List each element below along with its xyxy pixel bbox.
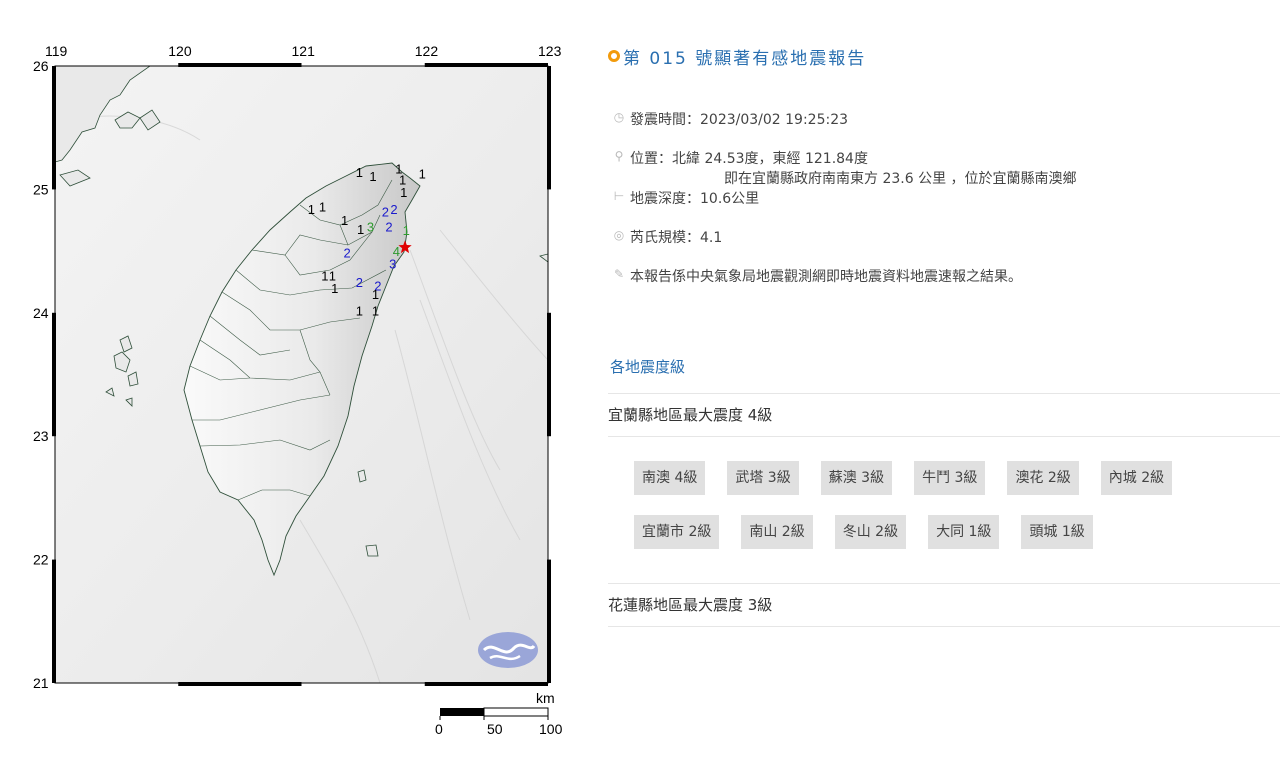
station-badge: 頭城 1級	[1021, 515, 1093, 549]
frame-bar-bottom	[178, 682, 302, 686]
intensity-label: 1	[400, 185, 407, 200]
report-title: 第 015 號顯著有感地震報告	[623, 48, 867, 69]
frame-bar-left	[52, 312, 56, 437]
earthquake-map: 11111111113222124311122111 119 120 121 122 1…	[0, 0, 590, 757]
scale-label-50: 50	[487, 721, 503, 737]
station-badge: 冬山 2級	[834, 515, 907, 549]
intensity-label: 1	[369, 169, 376, 184]
station-badge: 內城 2級	[1100, 461, 1173, 495]
longitude-label: 121	[292, 43, 316, 59]
scale-unit: km	[536, 690, 555, 706]
latitude-label: 24	[33, 305, 49, 321]
note-row: ✎ 本報告係中央氣象局地震觀測網即時地震資料地震速報之結果。	[608, 267, 1280, 306]
station-list-yilan: 南澳 4級 武塔 3級 蘇澳 3級 牛鬥 3級 澳花 2級 內城 2級 宜蘭市 …	[608, 437, 1274, 583]
station-badge: 澳花 2級	[1007, 461, 1079, 495]
intensity-label: 3	[389, 256, 396, 271]
intensity-label: 1	[356, 165, 363, 180]
location-pin-icon: ⚲	[614, 149, 624, 163]
intensity-label: 1	[357, 222, 364, 237]
scale-bar: km 0 50 100	[435, 690, 563, 737]
longitude-label: 120	[168, 43, 192, 59]
station-badge: 宜蘭市 2級	[634, 515, 720, 549]
pencil-icon: ✎	[613, 267, 625, 281]
scale-label-0: 0	[435, 721, 443, 737]
intensity-label: 2	[382, 205, 389, 220]
frame-bar-top	[178, 63, 302, 67]
frame-bar-left	[52, 66, 56, 190]
magnitude: 芮氏規模：4.1	[630, 230, 723, 246]
frame-bar-right	[547, 312, 551, 437]
intensity-label: 1	[321, 269, 328, 284]
location-row: ⚲ 位置：北緯 24.53度，東經 121.84度 即在宜蘭縣政府南南東方 23…	[608, 149, 1280, 189]
intensity-label: 1	[331, 281, 338, 296]
longitude-label: 122	[415, 43, 439, 59]
origin-time-row: ◷ 發震時間：2023/03/02 19:25:23	[608, 110, 1280, 149]
title-ring-icon	[608, 50, 620, 62]
station-badge: 大同 1級	[928, 515, 1000, 549]
intensity-label: 3	[367, 219, 374, 234]
station-badge: 武塔 3級	[727, 461, 799, 495]
station-badge: 蘇澳 3級	[820, 461, 893, 495]
intensity-label: 2	[343, 245, 350, 260]
intensity-label: 1	[372, 303, 379, 318]
location-coordinates: 位置：北緯 24.53度，東經 121.84度	[630, 151, 868, 167]
focal-depth: 地震深度：10.6公里	[630, 191, 760, 207]
scale-label-100: 100	[539, 721, 563, 737]
longitude-label: 123	[538, 43, 562, 59]
frame-bar-left	[52, 559, 56, 683]
intensity-label: 1	[319, 200, 326, 215]
report-panel: 第 015 號顯著有感地震報告 ◷ 發震時間：2023/03/02 19:25:…	[608, 40, 1280, 627]
origin-time: 發震時間：2023/03/02 19:25:23	[630, 112, 849, 128]
intensity-label: 1	[341, 213, 348, 228]
depth-row: ⊢ 地震深度：10.6公里	[608, 189, 1280, 228]
report-info: ◷ 發震時間：2023/03/02 19:25:23 ⚲ 位置：北緯 24.53…	[608, 110, 1280, 306]
intensity-label: 1	[403, 223, 410, 238]
frame-bar-right	[547, 559, 551, 683]
intensity-label: 1	[419, 166, 426, 181]
intensity-label: 1	[308, 202, 315, 217]
latitude-label: 26	[33, 58, 49, 74]
station-badge: 南山 2級	[741, 515, 813, 549]
depth-icon: ⊢	[613, 189, 625, 203]
orchid-island	[365, 544, 379, 557]
region-header-hualien[interactable]: 花蓮縣地區最大震度 3級	[608, 583, 1280, 627]
latitude-label: 25	[33, 181, 49, 197]
report-note: 本報告係中央氣象局地震觀測網即時地震資料地震速報之結果。	[630, 269, 1022, 285]
frame-bar-bottom	[424, 682, 548, 686]
longitude-label: 119	[45, 43, 68, 59]
station-badge: 南澳 4級	[634, 461, 706, 495]
intensity-label: 1	[356, 303, 363, 318]
intensity-label: 2	[390, 202, 397, 217]
clock-icon: ◷	[613, 110, 625, 124]
latitude-label: 23	[33, 428, 49, 444]
station-badge: 牛鬥 3級	[914, 461, 986, 495]
cwb-logo	[478, 632, 538, 668]
frame-bar-right	[547, 66, 551, 190]
frame-bar-top	[424, 63, 548, 67]
magnitude-row: ◎ 芮氏規模：4.1	[608, 228, 1280, 267]
magnitude-icon: ◎	[613, 228, 625, 242]
report-header: 第 015 號顯著有感地震報告	[608, 40, 1280, 72]
intensity-label: 1	[372, 287, 379, 302]
intensity-label: 2	[356, 275, 363, 290]
region-header-yilan[interactable]: 宜蘭縣地區最大震度 4級	[608, 393, 1280, 437]
intensity-section-title: 各地震度級	[610, 358, 686, 376]
intensity-label: 2	[385, 219, 392, 234]
latitude-label: 21	[33, 675, 49, 691]
latitude-label: 22	[33, 552, 49, 568]
location-description: 即在宜蘭縣政府南南東方 23.6 公里 ，位於宜蘭縣南澳鄉	[724, 171, 1077, 187]
